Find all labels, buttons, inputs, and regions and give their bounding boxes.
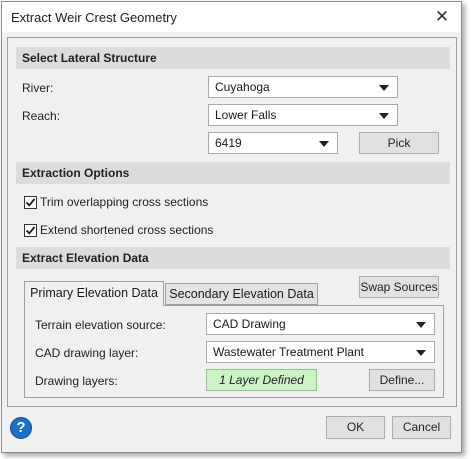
chevron-down-icon (379, 113, 389, 119)
dialog-window: Extract Weir Crest Geometry ✕ Select Lat… (1, 1, 462, 453)
terrain-value: CAD Drawing (213, 317, 286, 331)
define-button[interactable]: Define... (369, 369, 435, 391)
section-header-extraction: Extraction Options (16, 162, 450, 184)
section-header-lateral: Select Lateral Structure (16, 47, 450, 69)
tab-secondary-elevation[interactable]: Secondary Elevation Data (165, 283, 318, 305)
close-icon[interactable]: ✕ (429, 6, 455, 28)
cad-layer-value: Wastewater Treatment Plant (213, 345, 364, 359)
trim-checkbox[interactable] (24, 196, 37, 209)
section-header-elevation: Extract Elevation Data (16, 247, 450, 269)
help-icon[interactable]: ? (10, 417, 32, 439)
cad-layer-label: CAD drawing layer: (35, 346, 139, 360)
terrain-dropdown[interactable]: CAD Drawing (206, 313, 435, 335)
cad-layer-dropdown[interactable]: Wastewater Treatment Plant (206, 341, 435, 363)
station-dropdown[interactable]: 6419 (208, 132, 338, 154)
swap-sources-button[interactable]: Swap Sources (359, 276, 439, 298)
drawing-layers-label: Drawing layers: (35, 374, 118, 388)
pick-button[interactable]: Pick (359, 132, 439, 154)
drawing-layers-status: 1 Layer Defined (206, 369, 317, 391)
chevron-down-icon (379, 85, 389, 91)
tab-panel: Terrain elevation source: CAD Drawing CA… (24, 305, 444, 398)
window-title: Extract Weir Crest Geometry (11, 10, 177, 25)
tab-primary-elevation[interactable]: Primary Elevation Data (24, 281, 164, 306)
check-icon (25, 198, 36, 207)
footer-bar: ? OK Cancel (2, 408, 461, 452)
content-panel: Select Lateral Structure River: Cuyahoga… (7, 37, 457, 407)
cancel-button[interactable]: Cancel (392, 416, 451, 439)
reach-value: Lower Falls (215, 108, 277, 122)
chevron-down-icon (319, 141, 329, 147)
river-dropdown[interactable]: Cuyahoga (208, 76, 398, 98)
chevron-down-icon (416, 322, 426, 328)
extend-checkbox[interactable] (24, 224, 37, 237)
check-icon (25, 226, 36, 235)
extend-label: Extend shortened cross sections (40, 223, 214, 237)
river-value: Cuyahoga (215, 80, 270, 94)
title-bar: Extract Weir Crest Geometry ✕ (2, 2, 461, 32)
trim-label: Trim overlapping cross sections (40, 195, 209, 209)
terrain-label: Terrain elevation source: (35, 318, 166, 332)
reach-label: Reach: (22, 109, 61, 123)
reach-dropdown[interactable]: Lower Falls (208, 104, 398, 126)
ok-button[interactable]: OK (326, 416, 385, 439)
river-label: River: (22, 81, 54, 95)
chevron-down-icon (416, 350, 426, 356)
station-value: 6419 (215, 136, 242, 150)
